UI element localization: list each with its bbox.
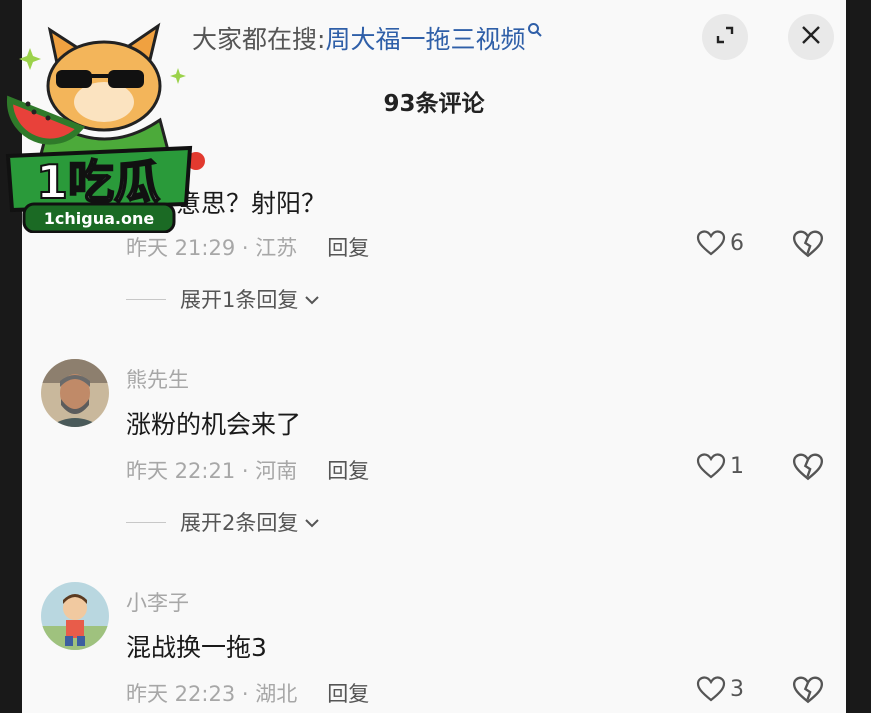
avatar[interactable]: [41, 359, 109, 427]
chevron-down-icon: [304, 287, 320, 311]
divider: [126, 521, 166, 523]
expand-button[interactable]: [702, 14, 748, 60]
logo-url: 1chigua.one: [44, 209, 155, 228]
comment-text: 混战换一拖3: [126, 633, 267, 662]
chevron-down-icon: [304, 510, 320, 534]
expand-replies-label: 展开1条回复: [180, 288, 299, 312]
dislike-button[interactable]: [792, 229, 824, 263]
dislike-button[interactable]: [792, 675, 824, 709]
comment-meta: 昨天 22:23 · 湖北 回复: [126, 678, 369, 708]
search-prefix: 大家都在搜:: [192, 25, 326, 54]
like-count: 6: [730, 230, 744, 256]
avatar[interactable]: [41, 582, 109, 650]
like-button[interactable]: 6: [696, 229, 744, 257]
comment-time: 昨天 22:21 · 河南: [126, 459, 298, 483]
like-count: 1: [730, 453, 744, 479]
comment-time: 昨天 21:29 · 江苏: [126, 236, 298, 260]
watermark-logo: 1吃瓜 1chigua.one: [5, 22, 205, 233]
heart-icon: [696, 230, 726, 256]
broken-heart-icon: [792, 676, 824, 704]
search-suggestion[interactable]: 大家都在搜: 周大福一拖三视频: [192, 20, 543, 56]
reply-button[interactable]: 回复: [327, 455, 369, 485]
close-button[interactable]: [788, 14, 834, 60]
like-count: 3: [730, 676, 744, 702]
expand-replies[interactable]: 展开1条回复: [126, 284, 320, 314]
search-query-link[interactable]: 周大福一拖三视频: [325, 20, 525, 56]
logo-text: 1吃瓜: [36, 155, 160, 209]
broken-heart-icon: [792, 453, 824, 481]
expand-replies-label: 展开2条回复: [180, 511, 299, 535]
username[interactable]: 熊先生: [126, 364, 189, 394]
dislike-button[interactable]: [792, 452, 824, 486]
username[interactable]: 小李子: [126, 587, 189, 617]
heart-icon: [696, 453, 726, 479]
expand-replies[interactable]: 展开2条回复: [126, 507, 320, 537]
like-button[interactable]: 1: [696, 452, 744, 480]
right-frame: [846, 0, 871, 713]
comment-text: 涨粉的机会来了: [126, 410, 302, 439]
close-icon: [800, 24, 822, 50]
heart-icon: [696, 676, 726, 702]
search-icon: [527, 22, 543, 43]
divider: [126, 298, 166, 300]
broken-heart-icon: [792, 230, 824, 258]
reply-button[interactable]: 回复: [327, 232, 369, 262]
like-button[interactable]: 3: [696, 675, 744, 703]
comment-meta: 昨天 21:29 · 江苏 回复: [126, 232, 369, 262]
comment-time: 昨天 22:23 · 湖北: [126, 682, 298, 706]
comment-meta: 昨天 22:21 · 河南 回复: [126, 455, 369, 485]
reply-button[interactable]: 回复: [327, 678, 369, 708]
expand-icon: [713, 23, 737, 51]
